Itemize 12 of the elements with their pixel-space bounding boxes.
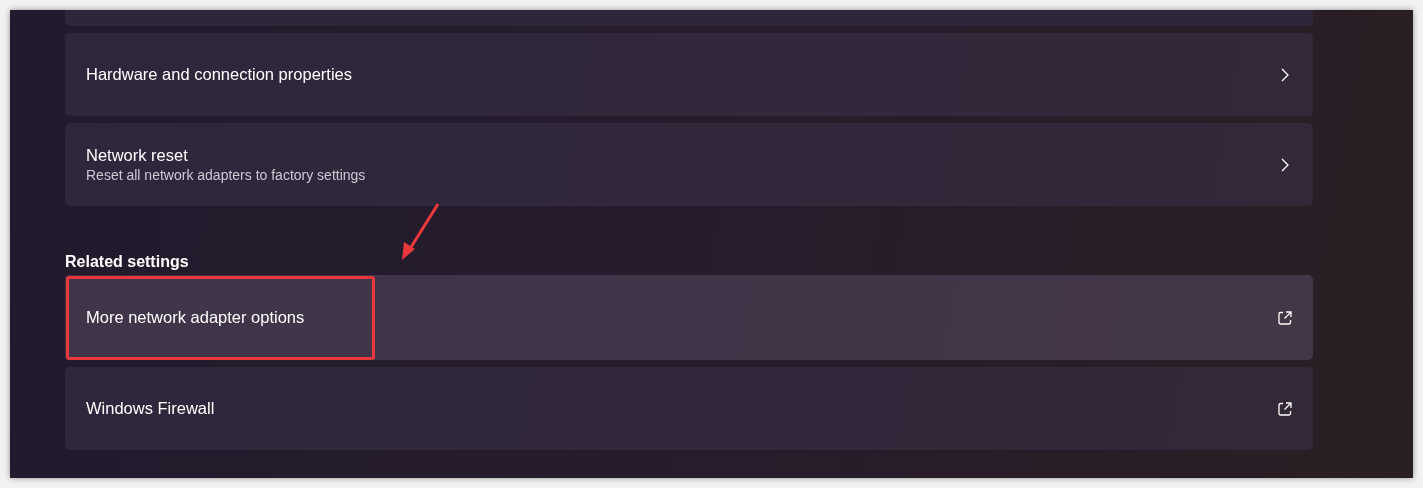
- settings-card[interactable]: Network reset Reset all network adapters to factory settings: [65, 123, 1313, 206]
- setting-title: Windows Firewall: [86, 399, 216, 418]
- settings-card[interactable]: Hardware and connection properties: [65, 33, 1313, 116]
- setting-title: Hardware and connection properties: [86, 65, 353, 84]
- external-link-icon: [1277, 400, 1293, 417]
- settings-card[interactable]: More network adapter options: [65, 275, 1313, 360]
- settings-card[interactable]: Windows Firewall: [65, 367, 1313, 450]
- external-link-icon: [1277, 309, 1293, 326]
- setting-description: Reset all network adapters to factory settings: [86, 167, 367, 183]
- section-heading: Related settings: [65, 252, 190, 272]
- setting-title: Network reset: [86, 146, 189, 165]
- setting-title: More network adapter options: [86, 308, 306, 327]
